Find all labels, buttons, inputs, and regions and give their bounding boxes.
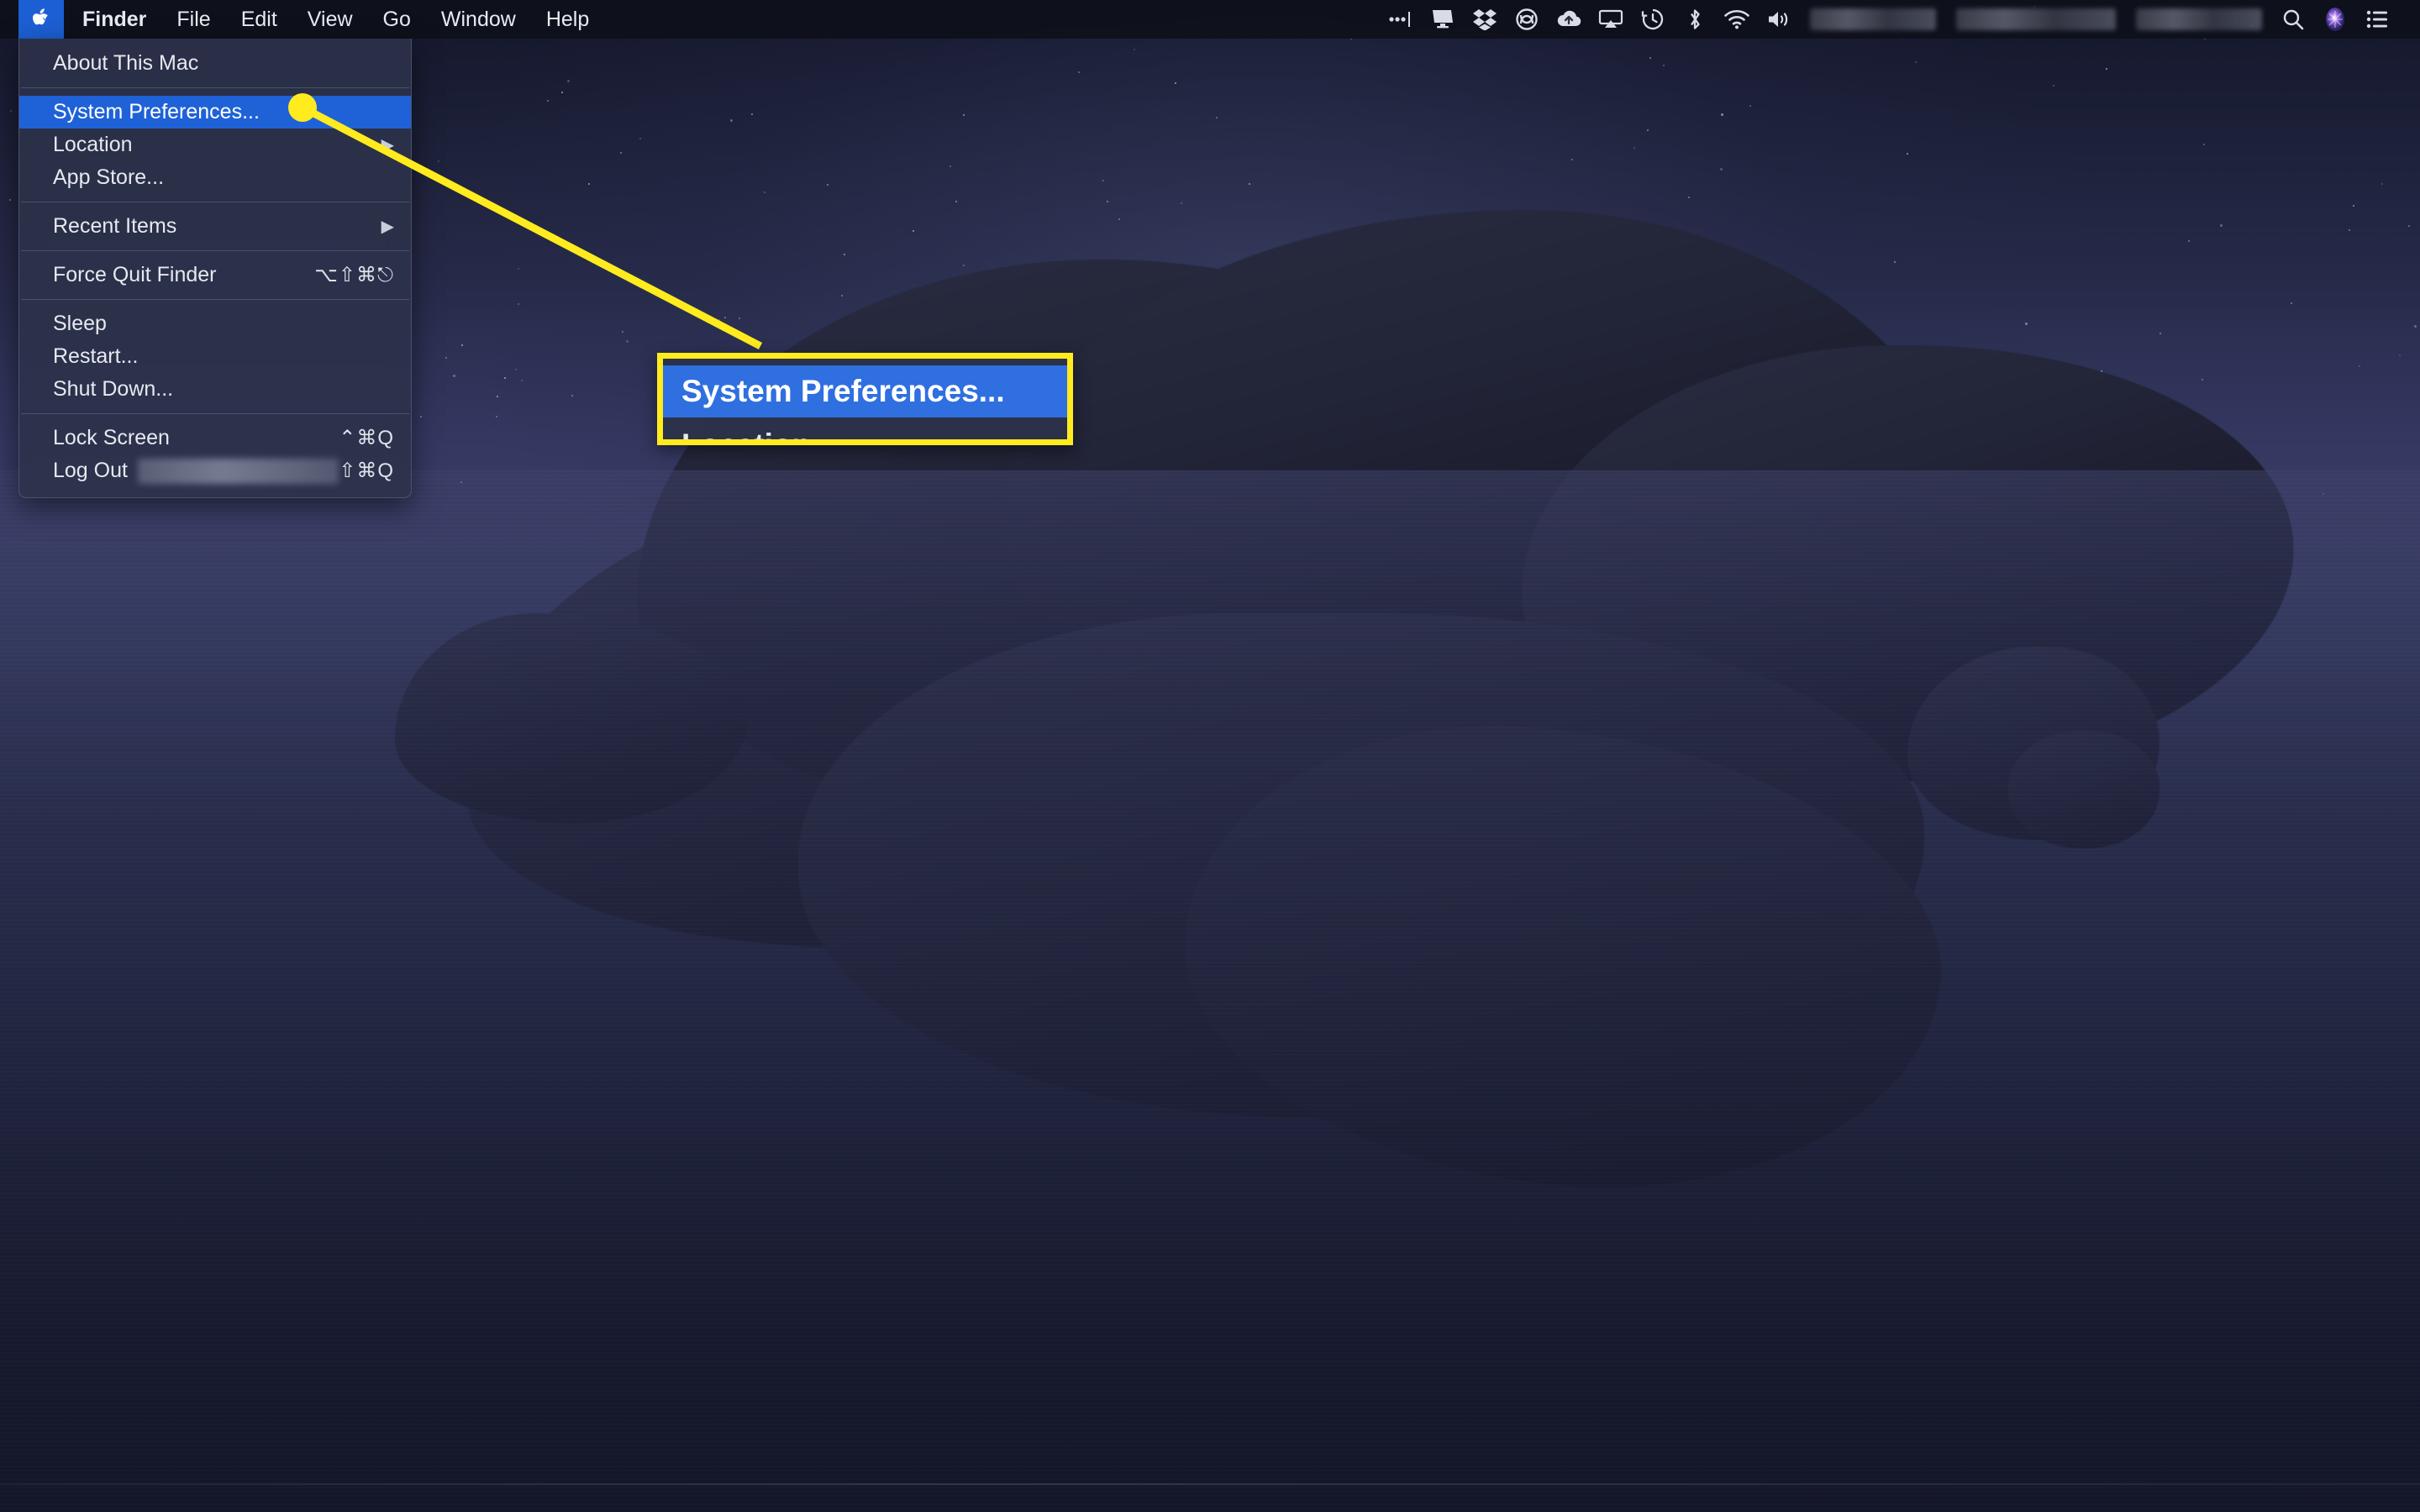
wifi-icon[interactable] bbox=[1716, 0, 1758, 39]
menu-item-label: Recent Items bbox=[53, 214, 177, 238]
menu-bar-item-edit[interactable]: Edit bbox=[226, 0, 292, 39]
redacted-battery-region bbox=[1810, 8, 1936, 30]
chevron-right-icon: ▶ bbox=[381, 218, 394, 236]
menu-item-force-quit-finder[interactable]: Force Quit Finder ⌥⇧⌘⎋ bbox=[19, 259, 411, 291]
menu-bar-item-view[interactable]: View bbox=[292, 0, 368, 39]
menu-item-label: Location bbox=[53, 133, 133, 156]
callout-row-label: System Preferences... bbox=[681, 374, 1005, 408]
menu-item-system-preferences[interactable]: System Preferences... bbox=[19, 96, 411, 129]
airplay-icon[interactable] bbox=[1590, 0, 1632, 39]
time-machine-icon[interactable] bbox=[1632, 0, 1674, 39]
menu-separator bbox=[21, 413, 409, 414]
menu-item-about-this-mac[interactable]: About This Mac bbox=[19, 47, 411, 80]
menu-bar-item-window[interactable]: Window bbox=[426, 0, 531, 39]
volume-icon[interactable] bbox=[1758, 0, 1800, 39]
menu-item-shortcut: ⇧⌘Q bbox=[339, 459, 394, 482]
display-icon[interactable] bbox=[1422, 0, 1464, 39]
redacted-date-region bbox=[1956, 8, 2116, 30]
redacted-username bbox=[137, 458, 339, 484]
menu-separator bbox=[21, 87, 409, 88]
callout-row-label: Location bbox=[681, 428, 812, 445]
menu-item-app-store[interactable]: App Store... bbox=[19, 161, 411, 194]
menu-bar-item-finder[interactable]: Finder bbox=[64, 0, 161, 39]
menu-item-lock-screen[interactable]: Lock Screen ⌃⌘Q bbox=[19, 422, 411, 454]
menu-item-shortcut: ⌃⌘Q bbox=[339, 427, 394, 449]
control-center-icon[interactable] bbox=[2356, 0, 2398, 39]
menu-item-label: About This Mac bbox=[53, 51, 199, 75]
cloud-upload-icon[interactable] bbox=[1548, 0, 1590, 39]
siri-icon[interactable] bbox=[2314, 0, 2356, 39]
menu-item-label: System Preferences... bbox=[53, 100, 260, 123]
menu-bar-status-area bbox=[1380, 0, 2420, 39]
callout-row-location: Location bbox=[663, 419, 1067, 445]
bluetooth-icon[interactable] bbox=[1674, 0, 1716, 39]
menu-item-sleep[interactable]: Sleep bbox=[19, 307, 411, 340]
menu-item-recent-items[interactable]: Recent Items ▶ bbox=[19, 210, 411, 243]
menu-item-label: Restart... bbox=[53, 344, 139, 368]
menu-bar-item-help[interactable]: Help bbox=[531, 0, 604, 39]
menu-item-log-out[interactable]: Log Out ⇧⌘Q bbox=[19, 454, 411, 487]
menu-item-label: Shut Down... bbox=[53, 377, 174, 401]
menu-bar-app-menus: Finder File Edit View Go Window Help bbox=[0, 0, 604, 39]
creative-cloud-icon[interactable] bbox=[1506, 0, 1548, 39]
menu-item-label: Log Out bbox=[53, 459, 128, 482]
apple-menu-button[interactable] bbox=[18, 0, 64, 39]
menu-separator bbox=[21, 299, 409, 300]
menu-item-restart[interactable]: Restart... bbox=[19, 340, 411, 373]
menu-item-label: Force Quit Finder bbox=[53, 263, 217, 286]
apple-logo-icon bbox=[33, 8, 48, 25]
menu-bar-item-file[interactable]: File bbox=[161, 0, 225, 39]
dropbox-icon[interactable] bbox=[1464, 0, 1506, 39]
chevron-right-icon: ▶ bbox=[381, 136, 394, 155]
search-icon[interactable] bbox=[2272, 0, 2314, 39]
menu-item-label: Lock Screen bbox=[53, 426, 170, 449]
menu-bar-item-go[interactable]: Go bbox=[368, 0, 426, 39]
menu-item-location[interactable]: Location ▶ bbox=[19, 129, 411, 161]
menu-item-label: App Store... bbox=[53, 165, 165, 189]
menu-separator bbox=[21, 250, 409, 251]
menu-item-shut-down[interactable]: Shut Down... bbox=[19, 373, 411, 406]
redacted-time-region bbox=[2136, 8, 2262, 30]
menu-extras-icon[interactable] bbox=[1380, 0, 1422, 39]
ocean-region bbox=[0, 470, 2420, 1512]
menu-bar: Finder File Edit View Go Window Help bbox=[0, 0, 2420, 39]
apple-dropdown-menu: About This Mac System Preferences... Loc… bbox=[18, 39, 412, 498]
callout-row-system-preferences: System Preferences... bbox=[663, 365, 1067, 417]
screen-bottom-edge bbox=[0, 1483, 2420, 1485]
callout-zoom-box: System Preferences... Location bbox=[657, 353, 1073, 445]
menu-item-label: Sleep bbox=[53, 312, 107, 335]
menu-item-shortcut: ⌥⇧⌘⎋ bbox=[314, 264, 394, 286]
